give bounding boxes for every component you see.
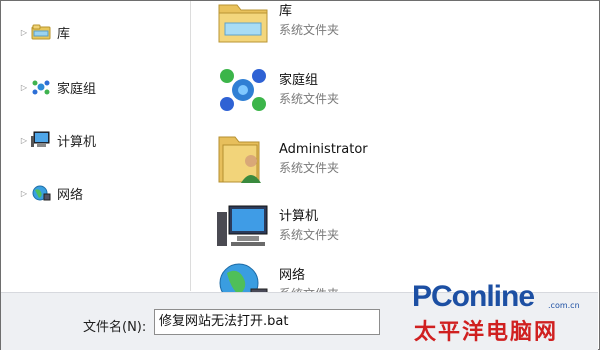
content-pane: 库 系统文件夹 家庭组 系统文件夹 Administrator 系统文件夹 计算…: [191, 0, 597, 304]
watermark-domain: .com.cn: [548, 301, 580, 310]
item-type: 系统文件夹: [279, 161, 340, 175]
item-type: 系统文件夹: [279, 23, 340, 37]
nav-item-label: 计算机: [57, 134, 97, 150]
nav-item-label: 库: [57, 26, 71, 42]
expand-chevron-icon[interactable]: ▷: [19, 83, 29, 92]
computer-icon: [31, 131, 50, 147]
expand-chevron-icon[interactable]: ▷: [19, 28, 29, 37]
item-library[interactable]: 库 系统文件夹: [215, 0, 339, 49]
nav-item-homegroup[interactable]: ▷ 家庭组: [19, 76, 96, 98]
watermark-cn: 太平洋电脑网: [414, 320, 559, 345]
library-folder-icon: [218, 4, 268, 43]
expand-chevron-icon[interactable]: ▷: [19, 136, 29, 145]
homegroup-icon: [32, 80, 50, 95]
computer-icon: [217, 205, 268, 246]
navigation-pane: ▷ 库 ▷ 家庭组 ▷ 计算机 ▷ 网络: [1, 1, 188, 291]
expand-chevron-icon[interactable]: ▷: [19, 189, 29, 198]
item-administrator[interactable]: Administrator 系统文件夹: [215, 131, 368, 187]
item-computer[interactable]: 计算机 系统文件夹: [215, 198, 339, 254]
library-icon: [31, 24, 51, 40]
nav-item-label: 家庭组: [57, 81, 97, 97]
nav-item-computer[interactable]: ▷ 计算机: [19, 129, 96, 151]
homegroup-icon: [220, 69, 266, 111]
nav-item-label: 网络: [57, 187, 84, 203]
item-homegroup[interactable]: 家庭组 系统文件夹: [215, 62, 339, 118]
filename-label: 文件名(N):: [83, 320, 147, 335]
network-icon: [32, 185, 51, 201]
item-name: 家庭组: [279, 73, 319, 88]
item-name: 计算机: [279, 209, 319, 224]
nav-item-library[interactable]: ▷ 库: [19, 21, 70, 43]
watermark-brand: PConline: [412, 280, 535, 313]
item-name: 库: [279, 4, 293, 19]
nav-item-network[interactable]: ▷ 网络: [19, 182, 83, 204]
filename-input[interactable]: 修复网站无法打开.bat: [154, 309, 380, 335]
item-type: 系统文件夹: [279, 92, 340, 106]
item-name: Administrator: [279, 142, 368, 157]
item-name: 网络: [279, 268, 306, 283]
item-type: 系统文件夹: [279, 228, 340, 242]
pconline-watermark: PConline .com.cn 太平洋电脑网: [412, 270, 598, 348]
user-folder-icon: [218, 136, 261, 183]
